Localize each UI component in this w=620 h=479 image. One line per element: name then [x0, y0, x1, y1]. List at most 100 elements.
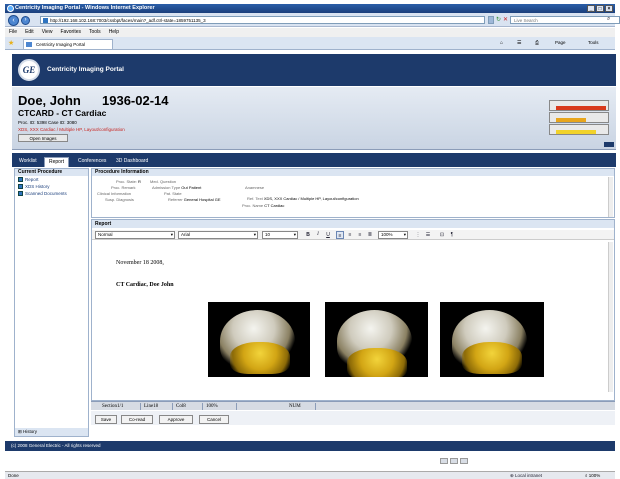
collapse-toggle[interactable]	[604, 142, 614, 147]
procedure-description: XDS, XXX Cardiac / Multiple HP, Layout/c…	[18, 127, 125, 132]
close-icon[interactable]: ×	[605, 5, 613, 12]
tab-report[interactable]: Report	[44, 157, 70, 167]
zoom-select-value: 100%	[381, 232, 393, 237]
admission-type-label: Admission Type	[152, 185, 181, 190]
justify-icon[interactable]: ≣	[366, 231, 374, 239]
co-read-button[interactable]: Co-read	[121, 415, 153, 424]
referrer-value: General Hospital GE	[183, 197, 221, 202]
status-button-2[interactable]	[450, 458, 458, 464]
portal-title: Centricity Imaging Portal	[47, 66, 124, 73]
refresh-icon[interactable]: ↻	[496, 16, 501, 23]
underline-icon[interactable]: U	[324, 231, 332, 239]
status-indicator-3	[549, 124, 609, 135]
patient-name: Doe, John	[18, 93, 81, 108]
procedure-scrollbar[interactable]	[608, 177, 613, 217]
tab-page-icon	[26, 42, 32, 47]
address-bar-row: ‹ › http://192.168.102.168:7003/cssbpt/f…	[5, 13, 620, 27]
nav-item-report[interactable]: Report	[15, 176, 88, 183]
browser-status-bar: Done ⊕ Local intranet ⌕ 100%	[5, 471, 615, 479]
open-images-button[interactable]: Open Images	[18, 134, 68, 142]
browser-tab[interactable]: Centricity Imaging Portal	[23, 39, 113, 49]
browser-zoom[interactable]: ⌕ 100%	[585, 472, 600, 479]
stop-icon[interactable]: ✕	[503, 16, 508, 23]
page-menu[interactable]: Page	[555, 40, 566, 45]
window-controls: _ □ ×	[587, 5, 613, 12]
status-bar-3	[556, 130, 596, 134]
browser-tab-bar: ★ Centricity Imaging Portal ⌂ ☰ ⎙ Page T…	[5, 37, 615, 50]
maximize-icon[interactable]: □	[596, 5, 604, 12]
insert-icon[interactable]: ⊡	[438, 231, 446, 239]
menu-tools[interactable]: Tools	[89, 28, 101, 37]
ct-image-3-face	[462, 342, 522, 374]
tab-3d-dashboard[interactable]: 3D Dashboard	[112, 157, 152, 167]
procedure-ids: Proc. ID: 5398 Case ID: 3080	[18, 120, 77, 125]
ie-logo-icon	[7, 5, 14, 12]
ref-text-value: XDS, XXX Cardiac / Multiple HP, Layout/c…	[263, 196, 359, 201]
size-select-value: 10	[265, 232, 271, 237]
font-select[interactable]: Arial ▾	[178, 231, 258, 239]
feeds-icon[interactable]: ☰	[517, 40, 521, 46]
tab-worklist[interactable]: Worklist	[15, 157, 41, 167]
style-select[interactable]: Normal ▾	[95, 231, 175, 239]
ct-image-3	[440, 302, 544, 377]
minimize-icon[interactable]: _	[587, 5, 595, 12]
history-toggle[interactable]: ⊞ History	[15, 428, 88, 436]
status-indicator-1	[549, 100, 609, 111]
menu-help[interactable]: Help	[109, 28, 119, 37]
window-title-bar: Centricity Imaging Portal - Windows Inte…	[5, 4, 615, 13]
ge-logo: GE	[18, 59, 40, 81]
nav-item-scanned-documents[interactable]: Scanned Documents	[15, 190, 88, 197]
ref-text-label: Ref. Text	[247, 196, 263, 201]
report-panel: Report Normal ▾ Arial ▾ 10 ▾ B I U ≡ ≡ ≡ ≣ …	[91, 219, 615, 401]
report-document[interactable]: November 18 2008, CT Cardiac, Doe John	[94, 242, 609, 392]
menu-file[interactable]: File	[9, 28, 17, 37]
history-icon	[18, 184, 23, 189]
procedure-title: CTCARD - CT Cardiac	[18, 108, 107, 118]
nav-item-xds-history-label: XDS History	[25, 184, 50, 189]
approve-button[interactable]: Approve	[159, 415, 193, 424]
home-icon[interactable]: ⌂	[500, 40, 503, 46]
align-right-icon[interactable]: ≡	[356, 231, 364, 239]
status-button-3[interactable]	[460, 458, 468, 464]
status-button-1[interactable]	[440, 458, 448, 464]
proc-name-value: CT Cardiac	[264, 203, 285, 208]
admission-type-value: Out Patient	[181, 185, 202, 190]
patient-dob: 1936-02-14	[102, 93, 169, 108]
size-select[interactable]: 10 ▾	[262, 231, 298, 239]
window-title: Centricity Imaging Portal - Windows Inte…	[15, 5, 155, 11]
menu-edit[interactable]: Edit	[25, 28, 34, 37]
page-icon	[43, 18, 48, 23]
save-button[interactable]: Save	[95, 415, 117, 424]
print-icon[interactable]: ⎙	[535, 40, 539, 46]
tools-menu[interactable]: Tools	[588, 40, 599, 45]
susp-diagnosis-label: Susp. Diagnosis	[105, 197, 134, 202]
tab-conferences[interactable]: Conferences	[74, 157, 110, 167]
bullet-list-icon[interactable]: ☰	[424, 231, 432, 239]
font-select-value: Arial	[181, 232, 191, 237]
ref-text: Ref. Text XDS, XXX Cardiac / Multiple HP…	[247, 196, 359, 201]
menu-favorites[interactable]: Favorites	[60, 28, 81, 37]
numbered-list-icon[interactable]: ⋮	[414, 231, 422, 239]
admission-type: Admission Type Out Patient	[152, 185, 201, 190]
report-date: November 18 2008,	[116, 260, 164, 266]
dropdown-icon[interactable]	[488, 16, 494, 24]
search-icon[interactable]: ⌕	[607, 16, 610, 23]
menu-view[interactable]: View	[42, 28, 53, 37]
favorites-star-icon[interactable]: ★	[8, 39, 14, 47]
cancel-button[interactable]: Cancel	[199, 415, 229, 424]
bold-icon[interactable]: B	[304, 231, 312, 239]
nav-item-xds-history[interactable]: XDS History	[15, 183, 88, 190]
status-section: Section1/1	[99, 403, 141, 410]
report-title: Report	[92, 220, 614, 228]
address-input[interactable]: http://192.168.102.168:7003/cssbpt/faces…	[40, 16, 485, 24]
forward-icon[interactable]: ›	[21, 16, 30, 25]
paragraph-icon[interactable]: ¶	[448, 231, 456, 239]
back-icon[interactable]: ‹	[8, 15, 19, 26]
align-left-icon[interactable]: ≡	[336, 231, 344, 239]
italic-icon[interactable]: I	[314, 231, 322, 239]
search-input[interactable]: Live Search	[510, 16, 620, 24]
zoom-select[interactable]: 100% ▾	[378, 231, 408, 239]
procedure-information-panel: Procedure Information Proc. State: R Med…	[91, 168, 615, 218]
report-scrollbar[interactable]	[608, 242, 613, 392]
align-center-icon[interactable]: ≡	[346, 231, 354, 239]
